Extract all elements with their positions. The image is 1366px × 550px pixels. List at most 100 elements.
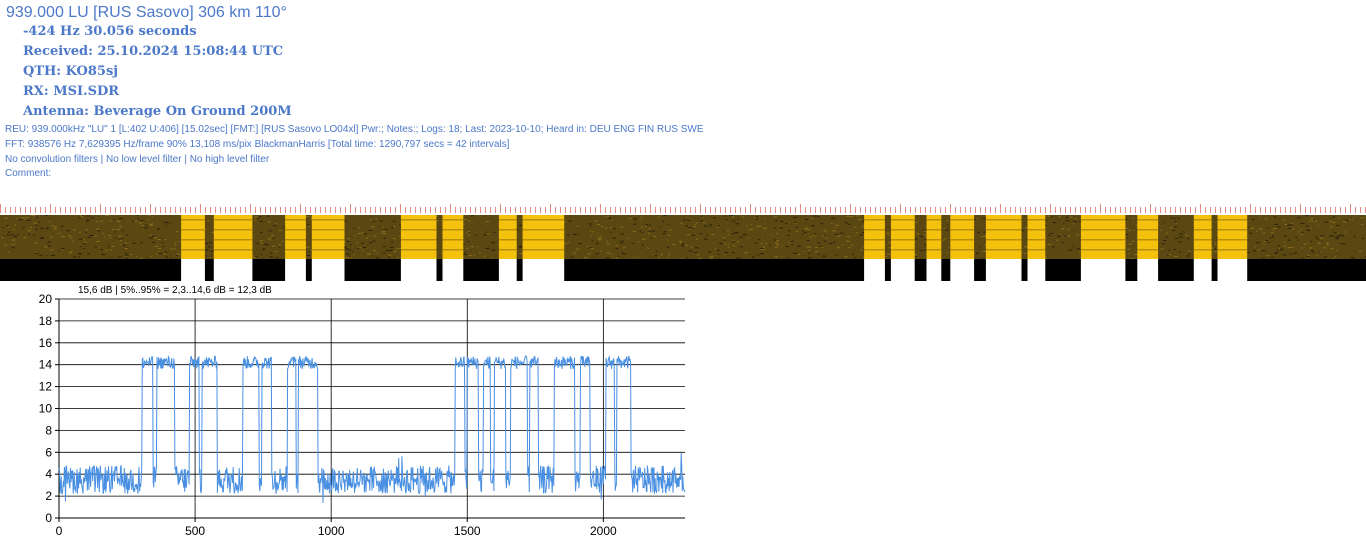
- y-tick-label: 6: [45, 445, 52, 459]
- noise-speck: [1274, 252, 1277, 254]
- signal-block-stripe: [1137, 219, 1159, 221]
- noise-speck: [860, 249, 863, 251]
- noise-speck: [263, 243, 267, 245]
- noise-speck: [776, 232, 779, 234]
- noise-speck: [1214, 244, 1217, 246]
- noise-speck: [775, 220, 778, 222]
- noise-speck: [53, 226, 57, 228]
- noise-speck: [732, 241, 735, 243]
- noise-speck: [1185, 255, 1189, 257]
- spectrogram-signal-block: [950, 215, 975, 259]
- noise-speck: [376, 252, 378, 254]
- signal-level-chart: 15,6 dB | 5%..95% = 2,3..14,6 dB = 12,3 …: [39, 285, 686, 538]
- noise-speck: [1259, 217, 1261, 219]
- noise-speck: [1310, 227, 1312, 229]
- noise-speck: [730, 220, 732, 222]
- noise-speck: [1310, 218, 1314, 220]
- signal-block-stripe: [522, 239, 565, 241]
- noise-speck: [704, 238, 708, 240]
- noise-speck: [740, 246, 743, 248]
- noise-speck: [376, 257, 380, 259]
- noise-speck: [795, 231, 798, 233]
- noise-speck: [815, 246, 818, 248]
- noise-speck: [51, 254, 55, 256]
- noise-speck: [731, 252, 735, 254]
- noise-speck: [731, 216, 734, 218]
- noise-speck: [1320, 238, 1324, 240]
- signal-block-stripe: [498, 229, 517, 231]
- noise-speck: [39, 254, 43, 256]
- noise-speck: [271, 235, 274, 237]
- noise-speck: [273, 225, 277, 227]
- signal-block-stripe: [890, 219, 915, 221]
- noise-speck: [1079, 252, 1081, 253]
- noise-speck: [862, 232, 864, 234]
- noise-speck: [1211, 247, 1214, 249]
- noise-speck: [1066, 216, 1069, 218]
- spectrogram-signal-block: [522, 215, 565, 259]
- noise-speck: [1291, 247, 1294, 249]
- noise-speck: [1349, 219, 1351, 221]
- noise-speck: [981, 236, 985, 237]
- noise-speck: [1128, 253, 1131, 255]
- noise-speck: [353, 227, 355, 229]
- noise-speck: [361, 232, 364, 234]
- noise-speck: [736, 257, 740, 259]
- on-off-segment: [864, 259, 885, 281]
- signal-block-stripe: [498, 239, 517, 241]
- noise-speck: [140, 222, 143, 224]
- noise-speck: [737, 218, 739, 220]
- noise-speck: [137, 217, 140, 219]
- signal-block-stripe: [1217, 239, 1248, 241]
- noise-speck: [596, 242, 599, 244]
- noise-speck: [87, 237, 91, 238]
- noise-speck: [1321, 239, 1323, 241]
- noise-speck: [584, 257, 588, 259]
- noise-speck: [1048, 234, 1051, 236]
- noise-speck: [607, 217, 611, 219]
- noise-speck: [112, 229, 115, 231]
- noise-speck: [174, 244, 176, 246]
- noise-speck: [1327, 242, 1329, 244]
- y-tick-label: 8: [45, 423, 52, 437]
- signal-block-stripe: [1080, 239, 1126, 241]
- on-off-segment: [890, 259, 915, 281]
- noise-speck: [28, 233, 31, 235]
- x-tick-label: 0: [56, 524, 63, 538]
- noise-speck: [471, 215, 474, 217]
- noise-speck: [750, 224, 752, 226]
- noise-speck: [825, 237, 828, 239]
- noise-speck: [278, 244, 282, 246]
- spectrogram-signal-block: [213, 215, 253, 259]
- signal-block-stripe: [1080, 229, 1126, 231]
- noise-speck: [114, 237, 117, 239]
- noise-speck: [1284, 245, 1286, 247]
- noise-speck: [1024, 246, 1028, 248]
- noise-speck: [742, 216, 744, 218]
- noise-speck: [83, 248, 85, 250]
- noise-speck: [268, 230, 272, 232]
- noise-speck: [641, 226, 643, 228]
- noise-speck: [254, 219, 257, 221]
- noise-speck: [1214, 248, 1217, 250]
- noise-speck: [797, 245, 801, 247]
- noise-speck: [1310, 241, 1313, 242]
- noise-speck: [149, 224, 153, 226]
- noise-speck: [727, 246, 730, 248]
- noise-speck: [519, 253, 523, 255]
- noise-speck: [154, 245, 159, 247]
- noise-speck: [1271, 256, 1273, 258]
- noise-speck: [97, 230, 100, 232]
- signal-block-stripe: [890, 239, 915, 241]
- noise-speck: [1361, 224, 1363, 225]
- signal-block-stripe: [926, 229, 942, 231]
- noise-speck: [794, 221, 797, 223]
- noise-speck: [306, 255, 310, 256]
- noise-speck: [801, 233, 803, 235]
- noise-speck: [856, 215, 860, 217]
- noise-speck: [716, 226, 719, 228]
- x-tick-label: 1000: [318, 524, 345, 538]
- noise-speck: [606, 243, 611, 245]
- noise-speck: [656, 250, 658, 252]
- signal-block-stripe: [400, 239, 437, 241]
